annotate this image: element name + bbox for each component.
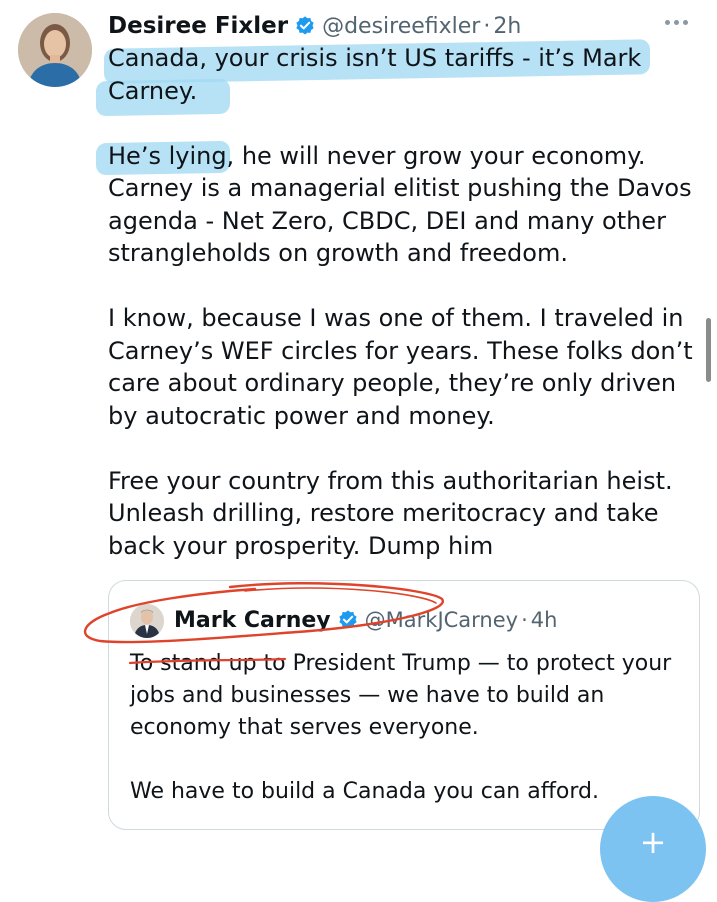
compose-button[interactable]: + xyxy=(600,796,706,902)
verified-badge-icon xyxy=(296,16,314,35)
post-header: Desiree Fixler @desireefixler · 2h xyxy=(108,8,521,44)
quoted-paragraph: We have to build a Canada you can afford… xyxy=(130,779,599,804)
quoted-post-time[interactable]: 4h xyxy=(531,608,558,632)
dot-separator: · xyxy=(521,608,528,632)
quoted-post-header: Mark Carney @MarkJCarney · 4h xyxy=(174,602,557,638)
quoted-author-handle[interactable]: @MarkJCarney xyxy=(365,608,518,632)
author-avatar[interactable] xyxy=(18,13,92,87)
author-name[interactable]: Desiree Fixler xyxy=(108,13,288,39)
quoted-post-body: To stand up to President Trump — to prot… xyxy=(130,648,690,808)
quoted-paragraph: To stand up to President Trump — to prot… xyxy=(130,651,672,740)
post-paragraph: Free your country from this authoritaria… xyxy=(108,466,673,560)
post-time[interactable]: 2h xyxy=(493,14,521,39)
post-paragraph: I know, because I was one of them. I tra… xyxy=(108,304,693,430)
more-options-icon[interactable] xyxy=(661,10,691,34)
author-avatar-image xyxy=(18,13,92,87)
post-paragraph: Canada, your crisis isn’t US tariffs - i… xyxy=(108,44,642,105)
quoted-author-avatar[interactable] xyxy=(130,604,164,638)
compose-icon: + xyxy=(639,823,667,861)
quoted-avatar-image xyxy=(130,604,164,638)
dot-separator: · xyxy=(483,13,491,39)
post-body: Canada, your crisis isn’t US tariffs - i… xyxy=(108,42,698,562)
post-paragraph: He’s lying, he will never grow your econ… xyxy=(108,141,692,268)
verified-badge-icon xyxy=(339,610,357,629)
scrollbar[interactable] xyxy=(706,318,711,382)
author-handle[interactable]: @desireefixler xyxy=(322,14,480,39)
quoted-author-name[interactable]: Mark Carney xyxy=(174,608,331,633)
